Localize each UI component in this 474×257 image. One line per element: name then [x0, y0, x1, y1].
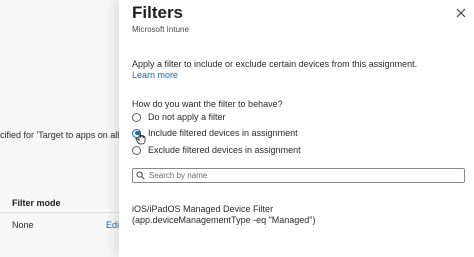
search-box	[132, 168, 465, 183]
panel-subtitle: Microsoft Intune	[132, 25, 189, 34]
filter-name: iOS/iPadOS Managed Device Filter	[132, 204, 274, 214]
filter-rule: (app.deviceManagementType -eq "Managed")	[132, 215, 316, 225]
search-icon	[136, 171, 145, 180]
close-icon	[456, 8, 466, 18]
radio-label: Exclude filtered devices in assignment	[148, 145, 301, 155]
panel-title: Filters	[132, 3, 184, 22]
radio-label: Do not apply a filter	[148, 112, 226, 122]
filter-mode-value: None	[12, 220, 34, 230]
panel-description: Apply a filter to include or exclude cer…	[132, 59, 418, 69]
filter-behavior-question: How do you want the filter to behave?	[132, 99, 283, 109]
radio-option-include[interactable]: Include filtered devices in assignment	[132, 128, 298, 138]
filter-mode-column-header: Filter mode	[12, 198, 61, 208]
radio-label: Include filtered devices in assignment	[148, 128, 298, 138]
screen: cified for 'Target to apps on all devic …	[0, 0, 474, 257]
radio-button[interactable]	[132, 128, 141, 138]
filter-list-item[interactable]: iOS/iPadOS Managed Device Filter (app.de…	[132, 204, 316, 226]
close-button[interactable]	[455, 6, 467, 18]
radio-option-do-not-apply[interactable]: Do not apply a filter	[132, 112, 226, 122]
radio-button[interactable]	[132, 145, 141, 155]
search-input[interactable]	[149, 171, 449, 180]
learn-more-link[interactable]: Learn more	[132, 70, 178, 80]
radio-option-exclude[interactable]: Exclude filtered devices in assignment	[132, 145, 301, 155]
filters-panel: Filters Microsoft Intune Apply a filter …	[119, 0, 474, 257]
radio-button[interactable]	[132, 112, 141, 122]
table-divider	[0, 212, 124, 213]
